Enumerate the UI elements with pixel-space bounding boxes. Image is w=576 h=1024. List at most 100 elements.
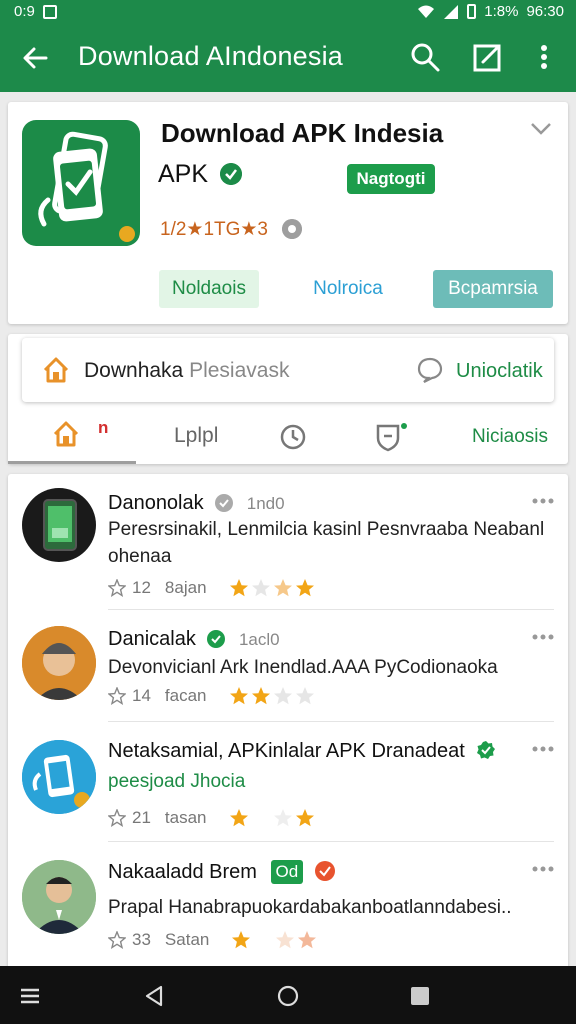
star-filled-icon <box>251 687 270 705</box>
review-meta: 21 tasan <box>108 808 315 828</box>
signal-icon <box>444 4 459 19</box>
star-half-icon <box>298 931 317 949</box>
action-button-1[interactable]: Noldaois <box>159 270 259 308</box>
app-name-line2: APK <box>158 160 209 188</box>
status-time: 0:9 <box>14 3 35 20</box>
search-icon[interactable] <box>408 40 442 74</box>
star-empty-icon <box>251 809 270 827</box>
star-count: 14 <box>132 686 151 705</box>
search-bar[interactable]: Downhaka Plesiavask Unioclatik <box>22 338 554 402</box>
star-count: 33 <box>132 930 151 949</box>
info-icon <box>282 219 302 239</box>
star-empty-icon <box>251 579 270 597</box>
review-meta: 33 Satan <box>108 930 317 950</box>
more-options-icon[interactable] <box>532 746 554 752</box>
tab-clock[interactable] <box>270 410 314 464</box>
star-count: 12 <box>132 578 151 597</box>
search-prefix: Downhaka <box>84 359 184 382</box>
verified-check-icon <box>220 163 242 185</box>
star-filled-icon <box>295 809 314 827</box>
chevron-down-icon[interactable] <box>530 122 552 136</box>
search-card: Downhaka Plesiavask Unioclatik n Lplpl N… <box>8 334 568 464</box>
recents-square-icon[interactable] <box>408 984 432 1008</box>
search-placeholder: Plesiavask <box>189 359 290 382</box>
review-time: 1acl0 <box>238 630 280 649</box>
edit-square-icon[interactable] <box>471 40 505 74</box>
photo-notification-icon <box>42 4 57 19</box>
rating-stars <box>231 930 317 950</box>
home-tab-badge: n <box>98 418 109 437</box>
more-options-icon[interactable] <box>532 866 554 872</box>
tab-shield[interactable] <box>360 410 410 464</box>
star-filled-icon <box>295 579 314 597</box>
verified-badge-icon <box>207 630 226 648</box>
author-name: Netaksamial, APKinlalar APK Dranadeat <box>108 740 465 762</box>
tab-bar: n Lplpl Niciaosis <box>8 410 568 464</box>
author-name: Danicalak <box>108 628 196 650</box>
chat-bubble-icon[interactable] <box>416 356 444 384</box>
review-author: Netaksamial, APKinlalar APK Dranadeat <box>108 740 496 763</box>
back-arrow-icon[interactable] <box>18 40 54 76</box>
shield-icon <box>376 423 407 452</box>
home-circle-icon[interactable] <box>276 984 300 1008</box>
list-item[interactable]: Nakaaladd Brem Od Prapal Hanabrapuokarda… <box>8 842 568 966</box>
star-outline-icon[interactable] <box>108 809 126 827</box>
search-action-link[interactable]: Unioclatik <box>456 360 543 383</box>
review-author: Danicalak 1acl0 <box>108 628 280 651</box>
status-bar: 0:9 1:8% 96:30 <box>0 0 576 24</box>
menu-icon[interactable] <box>18 984 42 1008</box>
wifi-icon <box>418 5 435 18</box>
review-text: Peresrsinakil, Lenmilcia kasinl Pesnvraa… <box>108 519 545 567</box>
more-options-icon[interactable] <box>532 498 554 504</box>
star-filled-icon <box>232 931 251 949</box>
app-logo-icon <box>38 131 135 242</box>
search-input[interactable]: Downhaka Plesiavask <box>84 359 289 383</box>
star-filled-icon <box>229 809 248 827</box>
author-name: Danonolak <box>108 492 204 514</box>
review-text: Prapal Hanabrapuokardabakanboatlanndabes… <box>108 897 512 918</box>
action-button-3[interactable]: Bcpamrsia <box>433 270 553 308</box>
review-time: 1nd0 <box>246 494 285 513</box>
avatar <box>22 626 96 700</box>
star-outline-icon[interactable] <box>108 931 126 949</box>
app-card: Download APK Indesia APK Nagtogti 1/2★1T… <box>8 102 568 324</box>
list-item[interactable]: Danicalak 1acl0 Devonvicianl Ark Inendla… <box>8 610 568 722</box>
review-text: peesjoad Jhocia <box>108 771 246 792</box>
rating-stars <box>229 578 315 598</box>
verified-badge-icon <box>215 494 234 512</box>
tab-lplpl[interactable]: Lplpl <box>168 410 228 464</box>
tab-lplpl-label: Lplpl <box>174 424 219 447</box>
star-outline-icon[interactable] <box>108 579 126 597</box>
star-empty-icon <box>254 931 273 949</box>
page-title: Download AIndonesia <box>78 41 343 71</box>
star-filled-icon <box>229 579 248 597</box>
avatar <box>22 740 96 814</box>
verified-badge-icon <box>314 861 335 881</box>
app-name: Download APK Indesia <box>161 118 444 148</box>
clock-icon <box>280 424 306 450</box>
star-empty-icon <box>295 687 314 705</box>
review-label: 8ajan <box>164 578 207 597</box>
list-item[interactable]: Netaksamial, APKinlalar APK Dranadeat pe… <box>8 722 568 842</box>
star-empty-icon <box>273 809 292 827</box>
review-meta: 12 8ajan <box>108 578 315 598</box>
author-name: Nakaaladd Brem <box>108 861 257 883</box>
star-half-icon <box>273 579 292 597</box>
overflow-menu-icon[interactable] <box>534 40 554 74</box>
list-item[interactable]: Danonolak 1nd0 Peresrsinakil, Lenmilcia … <box>8 474 568 610</box>
home-tab-icon <box>53 421 79 447</box>
back-triangle-icon[interactable] <box>142 984 166 1008</box>
battery-percent: 1:8% <box>484 3 519 20</box>
more-options-icon[interactable] <box>532 634 554 640</box>
star-outline-icon[interactable] <box>108 687 126 705</box>
tab-niciaosis-label: Niciaosis <box>472 426 549 447</box>
new-badge: Nagtogti <box>347 164 435 194</box>
tab-home[interactable]: n <box>8 410 136 464</box>
tab-niciaosis[interactable]: Niciaosis <box>460 410 566 464</box>
review-list: Danonolak 1nd0 Peresrsinakil, Lenmilcia … <box>8 474 568 974</box>
app-icon[interactable] <box>22 120 140 246</box>
action-button-2[interactable]: Nolroica <box>298 270 398 308</box>
system-nav-bar <box>0 966 576 1024</box>
review-text: Devonvicianl Ark Inendlad.AAA PyCodionao… <box>108 657 498 678</box>
star-filled-icon <box>229 687 248 705</box>
